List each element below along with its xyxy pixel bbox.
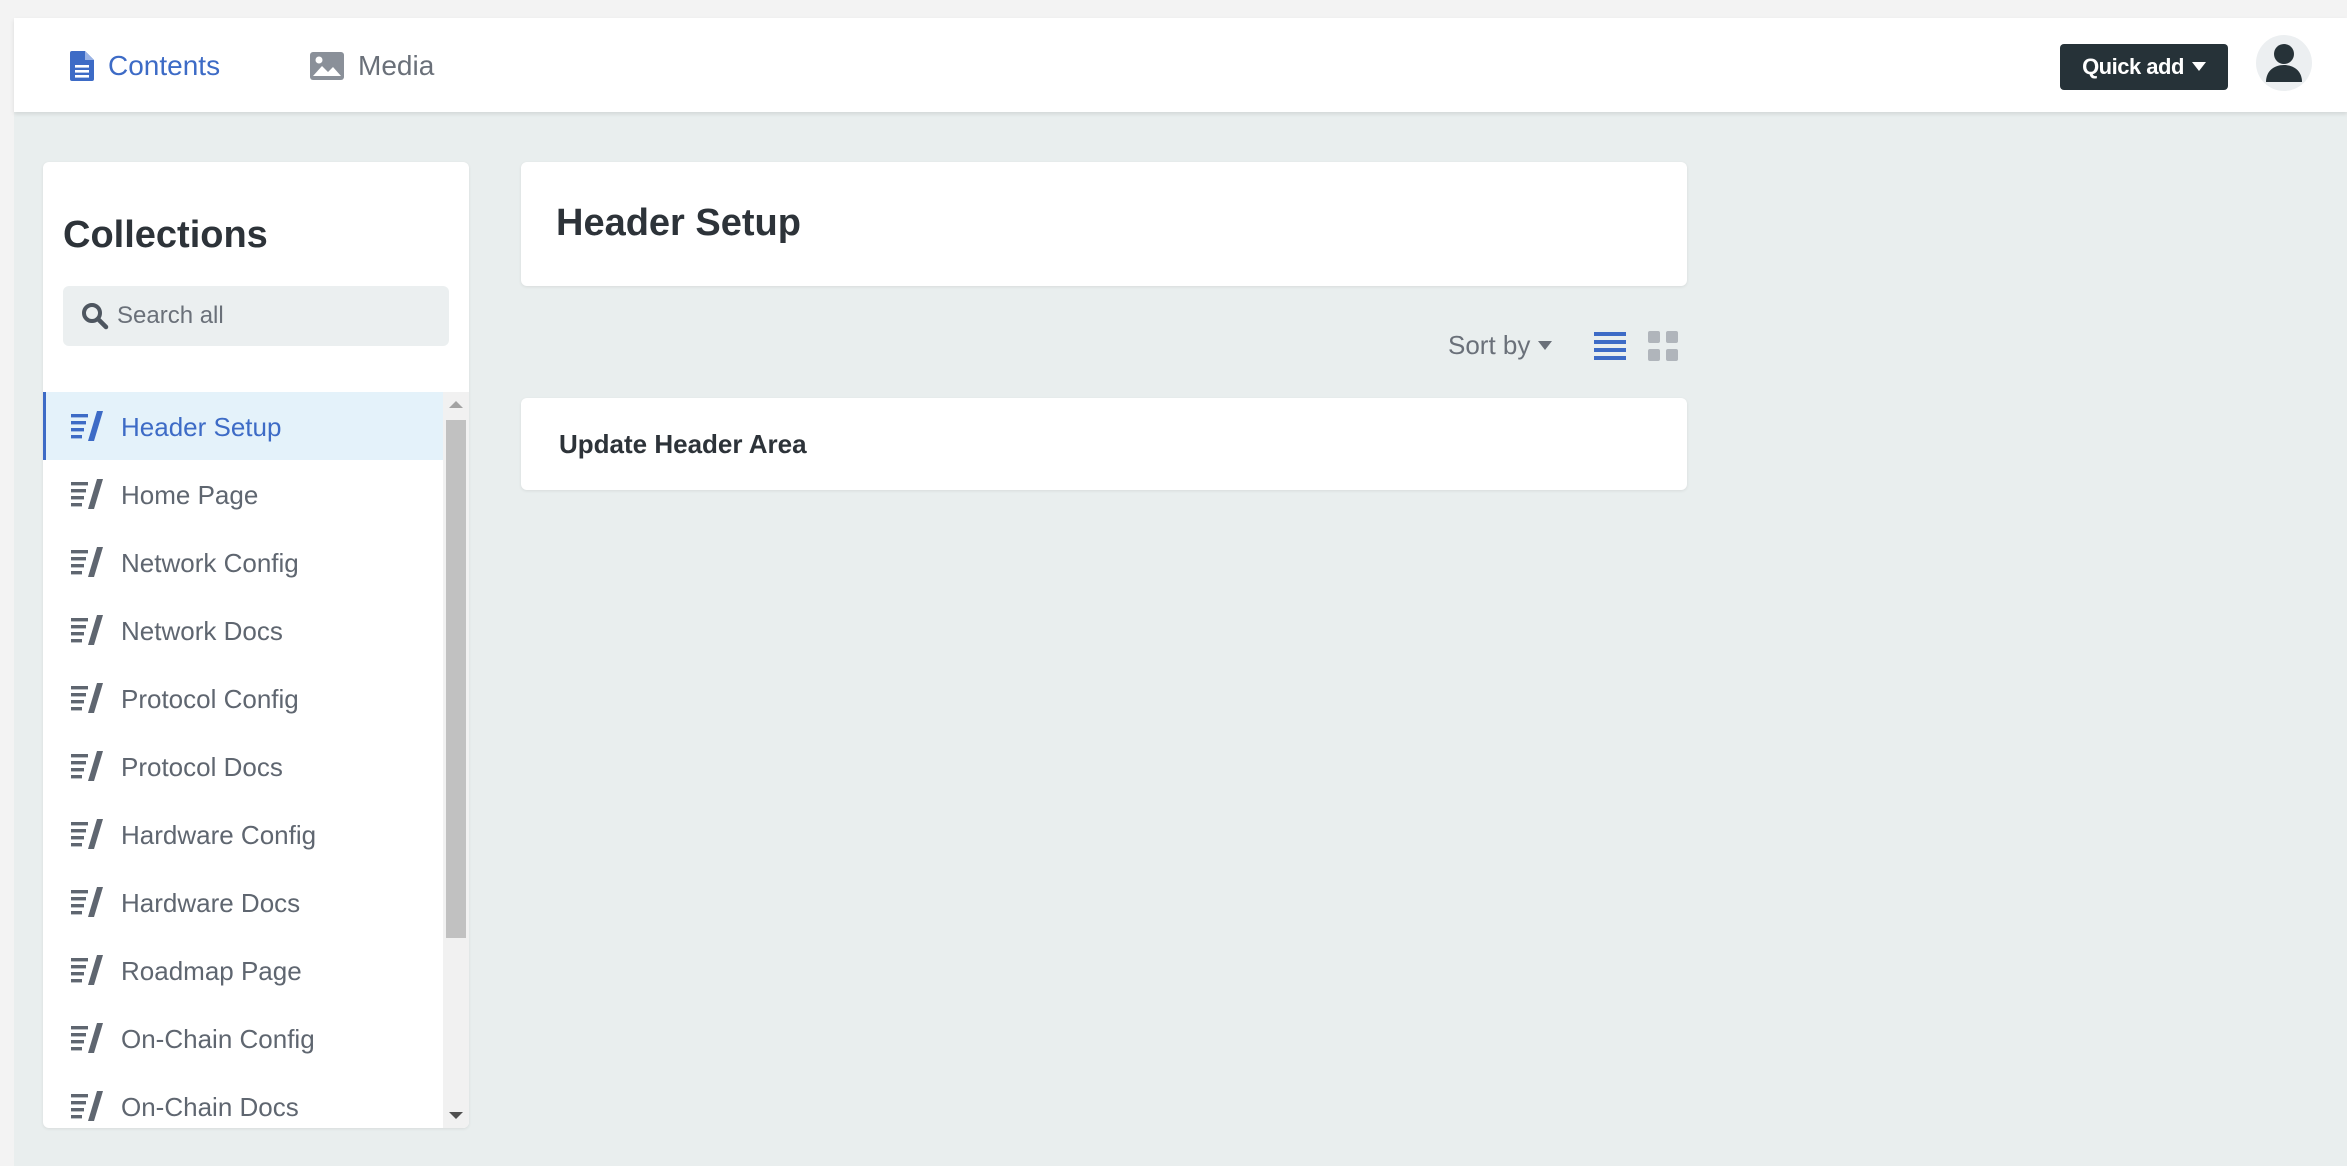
quick-add-label: Quick add [2082, 54, 2184, 79]
user-avatar-icon [2266, 44, 2302, 82]
sidebar-item-network-docs[interactable]: Network Docs [43, 596, 443, 664]
tab-media-label: Media [358, 50, 435, 81]
sidebar-item-label: Header Setup [121, 412, 282, 442]
tab-contents[interactable]: Contents [70, 48, 220, 84]
app-frame: Contents Media Quick add Collections Sea… [14, 18, 2347, 1166]
grid-view-toggle[interactable] [1648, 330, 1680, 369]
sidebar-title: Collections [63, 214, 268, 256]
sidebar-item-label: Network Docs [121, 616, 283, 646]
collection-icon [71, 479, 103, 509]
sort-by-dropdown[interactable]: Sort by [1448, 330, 1553, 361]
collection-icon [71, 411, 103, 441]
sidebar-item-on-chain-docs[interactable]: On-Chain Docs [43, 1072, 443, 1128]
sidebar-item-label: Network Config [121, 548, 299, 578]
entry-title: Update Header Area [559, 429, 807, 459]
sidebar-item-label: On-Chain Config [121, 1024, 315, 1054]
collections-sidebar: Collections Header Setup Home Page Netwo… [43, 162, 469, 1128]
sidebar-item-hardware-config[interactable]: Hardware Config [43, 800, 443, 868]
collection-icon [71, 819, 103, 849]
sidebar-item-label: Hardware Docs [121, 888, 301, 918]
search-input[interactable] [117, 296, 437, 336]
sidebar-item-label: Protocol Docs [121, 752, 283, 782]
caret-down-icon [1538, 340, 1553, 350]
list-view-toggle[interactable] [1594, 330, 1626, 369]
tab-contents-label: Contents [108, 50, 221, 81]
collection-header-card: Header Setup [521, 162, 1687, 286]
sidebar-item-header-setup[interactable]: Header Setup [43, 392, 443, 460]
sidebar-item-protocol-docs[interactable]: Protocol Docs [43, 732, 443, 800]
sidebar-scrollbar[interactable] [443, 392, 469, 1128]
collection-icon [71, 547, 103, 577]
scroll-down-arrow-icon[interactable] [449, 1112, 463, 1119]
sidebar-item-on-chain-config[interactable]: On-Chain Config [43, 1004, 443, 1072]
collection-icon [71, 751, 103, 781]
sidebar-item-hardware-docs[interactable]: Hardware Docs [43, 868, 443, 936]
caret-down-icon [2191, 62, 2206, 71]
user-avatar[interactable] [2256, 35, 2312, 91]
collection-icon [71, 887, 103, 917]
search-box[interactable] [63, 286, 449, 346]
collection-icon [71, 615, 103, 645]
tab-media[interactable]: Media [310, 48, 434, 84]
collection-icon [71, 955, 103, 985]
sidebar-item-label: Home Page [121, 480, 259, 510]
collection-icon [71, 1091, 103, 1121]
entry-card[interactable]: Update Header Area [521, 398, 1687, 490]
search-icon [82, 303, 109, 330]
sidebar-item-label: Roadmap Page [121, 956, 302, 986]
grid-view-icon [1648, 331, 1678, 361]
sidebar-item-label: On-Chain Docs [121, 1092, 299, 1122]
quick-add-button[interactable]: Quick add [2060, 44, 2228, 90]
scroll-thumb[interactable] [446, 420, 466, 938]
collection-list: Header Setup Home Page Network Config Ne… [43, 392, 443, 1128]
sidebar-item-roadmap-page[interactable]: Roadmap Page [43, 936, 443, 1004]
sidebar-item-home-page[interactable]: Home Page [43, 460, 443, 528]
sort-by-label: Sort by [1448, 330, 1531, 360]
collection-icon [71, 683, 103, 713]
image-icon [310, 52, 344, 80]
top-bar: Contents Media Quick add [14, 18, 2347, 112]
scroll-up-arrow-icon[interactable] [449, 401, 463, 408]
collection-icon [71, 1023, 103, 1053]
page-title: Header Setup [556, 202, 801, 244]
sidebar-item-protocol-config[interactable]: Protocol Config [43, 664, 443, 732]
sidebar-item-label: Hardware Config [121, 820, 317, 850]
sidebar-item-network-config[interactable]: Network Config [43, 528, 443, 596]
list-view-icon [1594, 332, 1626, 360]
sidebar-item-label: Protocol Config [121, 684, 299, 714]
file-icon [70, 51, 94, 81]
